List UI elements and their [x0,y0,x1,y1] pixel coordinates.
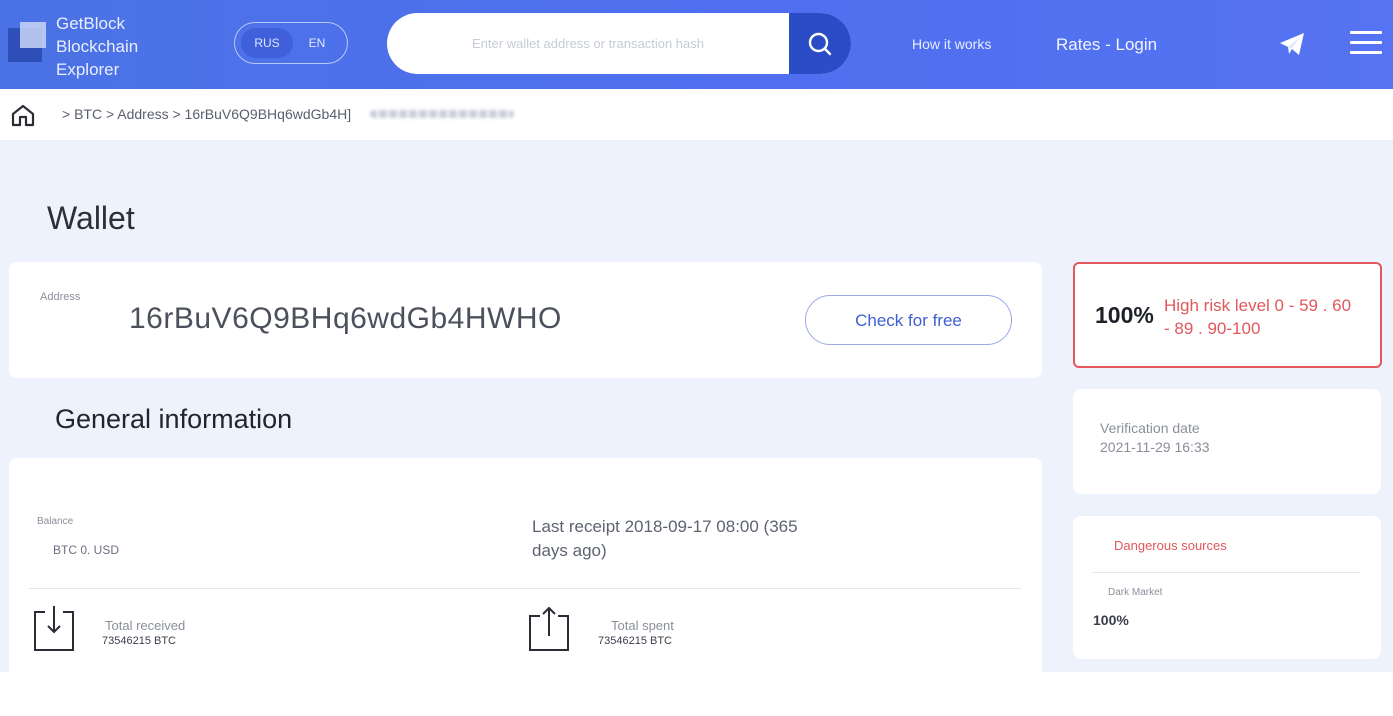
page-title: Wallet [47,200,135,236]
check-for-free-button[interactable]: Check for free [805,295,1012,345]
logo-line-1: GetBlock [56,14,125,33]
lang-en-button[interactable]: EN [297,28,337,58]
rates-login-link[interactable]: Rates - Login [1056,35,1157,55]
search-input[interactable] [387,13,789,74]
search-button[interactable] [789,13,851,74]
risk-level-text: High risk level 0 - 59 . 60 - 89 . 90-10… [1164,296,1352,338]
page-bottom [0,672,1393,716]
download-icon [34,606,74,651]
upload-icon [529,606,569,651]
address-label: Address [40,291,81,303]
language-switcher: RUS EN [234,22,348,64]
menu-icon[interactable] [1350,31,1382,55]
top-navbar: GetBlock Blockchain Explorer RUS EN How … [0,0,1393,89]
source-value: 100% [1093,612,1129,628]
telegram-icon[interactable] [1278,31,1306,57]
breadcrumb-blurred-text [370,110,514,118]
logo-text: GetBlock Blockchain Explorer [56,12,138,81]
breadcrumb: > BTC > Address > 16rBuV6Q9BHq6wdGb4H] [0,89,1393,140]
address-card: Address 16rBuV6Q9BHq6wdGb4HWHO Check for… [9,262,1042,378]
breadcrumb-path[interactable]: > BTC > Address > 16rBuV6Q9BHq6wdGb4H] [62,106,351,122]
divider [29,588,1021,589]
dangerous-sources-card: Dangerous sources Dark Market 100% [1073,516,1381,659]
risk-percent: 100% [1095,302,1154,328]
general-info-title: General information [55,404,293,434]
total-spent-value: 73546215 BTC [598,635,672,647]
logo-line-2: Blockchain [56,37,139,56]
logo-line-3: Explorer [56,60,120,79]
total-spent-label: Total spent [611,618,674,633]
verification-date-value: 2021-11-29 16:33 [1100,439,1210,455]
lang-rus-button[interactable]: RUS [241,28,293,58]
page: GetBlock Blockchain Explorer RUS EN How … [0,0,1393,716]
total-received-value: 73546215 BTC [102,635,176,647]
verification-date-label: Verification date [1100,420,1200,436]
search-icon [808,32,832,56]
last-receipt: Last receipt 2018-09-17 08:00 (365 days … [532,517,798,560]
divider [1093,572,1361,573]
verification-card: Verification date 2021-11-29 16:33 [1073,389,1381,494]
balance-label: Balance [37,516,74,527]
search-bar [387,13,851,74]
logo-icon [8,22,48,62]
risk-score-card: 100% High risk level 0 - 59 . 60 - 89 . … [1073,262,1382,368]
address-value: 16rBuV6Q9BHq6wdGb4HWHO [129,302,562,335]
dangerous-sources-title: Dangerous sources [1114,538,1227,553]
balance-value: BTC 0. USD [53,543,120,557]
total-received-label: Total received [105,618,186,633]
general-info-card: Balance BTC 0. USD Last receipt 2018-09-… [9,458,1042,672]
how-it-works-link[interactable]: How it works [912,36,991,52]
source-label: Dark Market [1108,587,1163,598]
home-icon[interactable] [10,103,36,127]
logo[interactable]: GetBlock Blockchain Explorer [8,12,198,81]
